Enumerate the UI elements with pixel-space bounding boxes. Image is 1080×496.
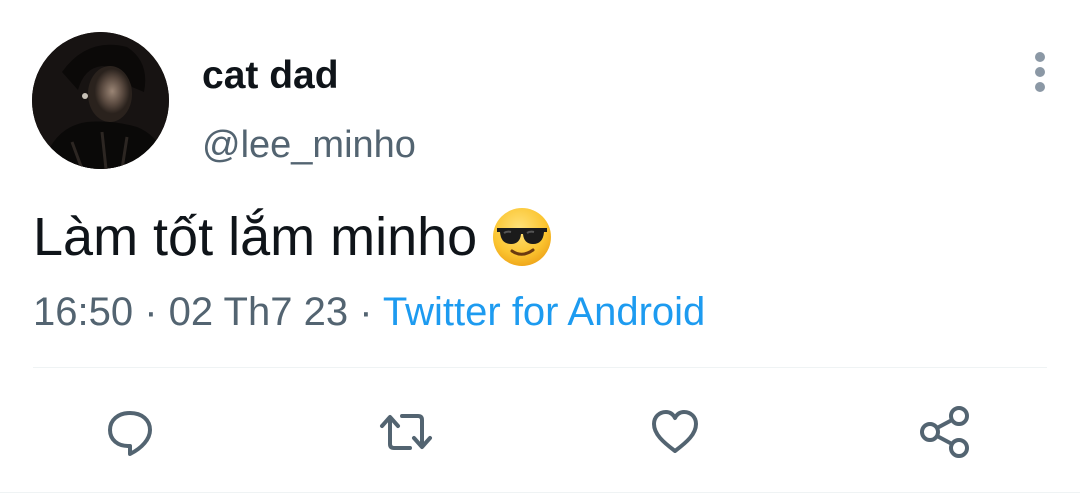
tweet-meta: 16:50 · 02 Th7 23 · Twitter for Android — [33, 290, 705, 335]
share-button[interactable] — [912, 400, 976, 464]
more-options-button[interactable] — [1024, 48, 1056, 96]
retweet-icon — [380, 414, 432, 450]
retweet-button[interactable] — [374, 400, 438, 464]
divider — [33, 367, 1047, 368]
tweet-source-link[interactable]: Twitter for Android — [383, 290, 705, 334]
tweet-text: Làm tốt lắm minho — [33, 206, 553, 268]
username[interactable]: @lee_minho — [202, 124, 416, 167]
meta-separator: · — [133, 290, 169, 334]
bottom-divider — [0, 492, 1080, 493]
tweet-date: 02 Th7 23 — [168, 290, 349, 334]
avatar-photo — [32, 32, 169, 169]
more-vertical-icon — [1035, 52, 1045, 92]
tweet-text-content: Làm tốt lắm minho — [33, 207, 478, 267]
share-icon — [920, 406, 969, 458]
heart-icon — [652, 410, 698, 453]
sunglasses-face-emoji-icon — [491, 206, 553, 268]
display-name[interactable]: cat dad — [202, 54, 339, 98]
reply-button[interactable] — [98, 400, 162, 464]
meta-separator: · — [348, 290, 383, 334]
reply-icon — [108, 411, 152, 456]
like-button[interactable] — [643, 400, 707, 464]
tweet-time: 16:50 — [33, 290, 134, 334]
avatar[interactable] — [32, 32, 169, 169]
